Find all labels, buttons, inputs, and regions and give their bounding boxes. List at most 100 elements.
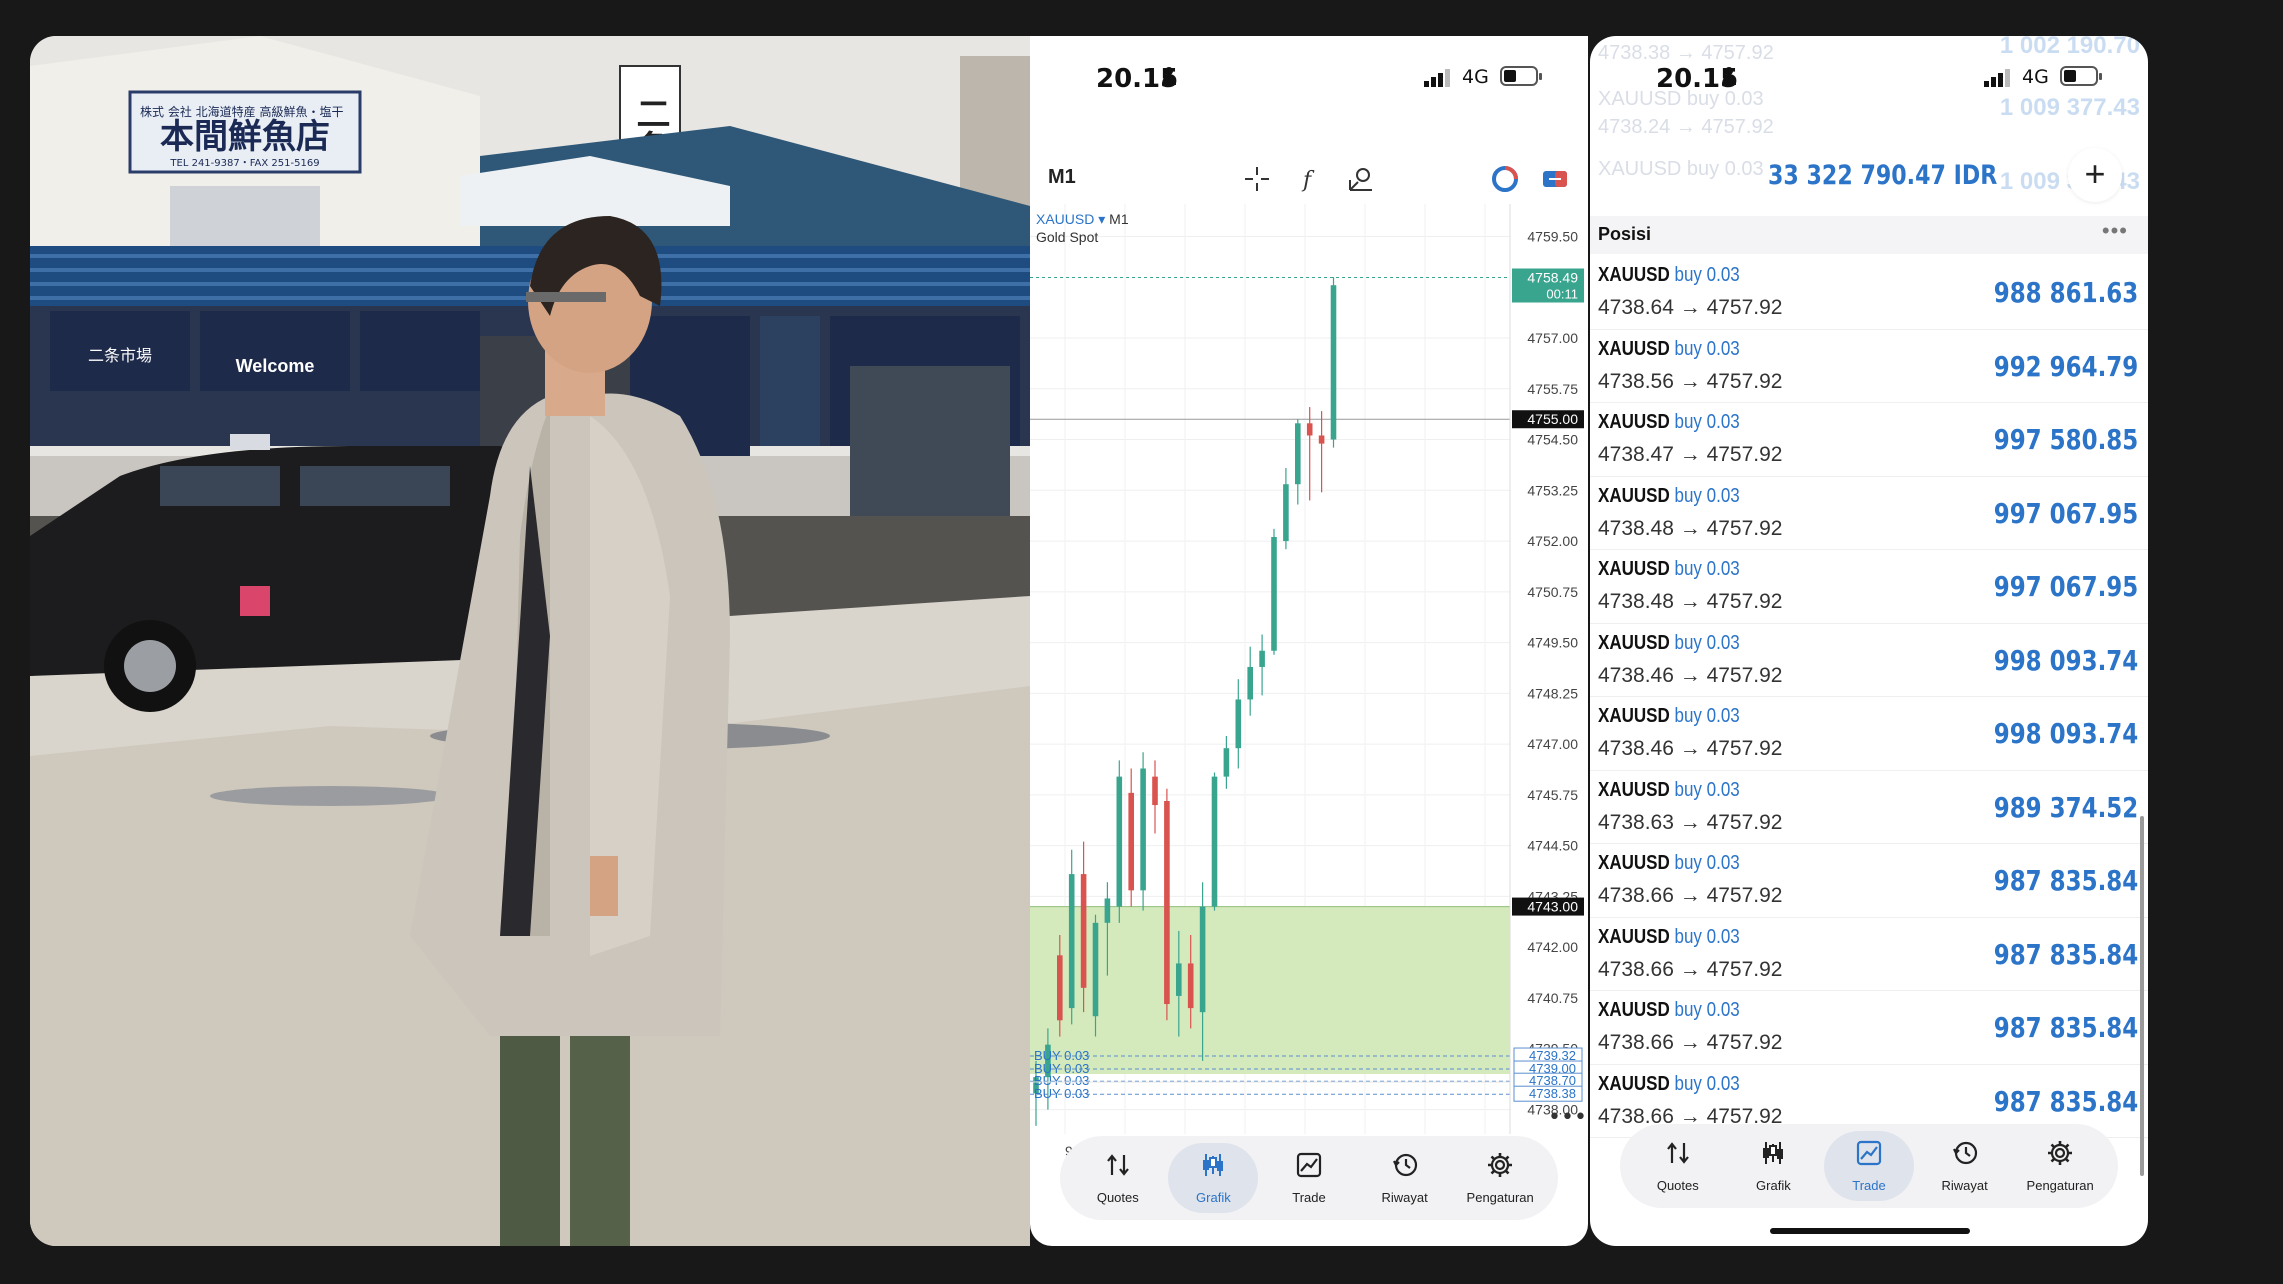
battery-icon — [1500, 66, 1542, 86]
position-side: buy 0.03 — [1674, 1072, 1740, 1095]
position-side: buy 0.03 — [1674, 264, 1740, 286]
candle-body — [1068, 874, 1075, 1009]
position-row[interactable]: XAUUSD buy 0.03 4738.64 → 4757.92 988 861.… — [1590, 256, 2148, 330]
candlestick-chart[interactable]: BUY 0.03BUY 0.03BUY 0.03BUY 0.034759.504… — [1030, 204, 1588, 1194]
price-chart[interactable]: BUY 0.03 BUY 0.03 BUY 0.03 BUY 0.03 4759.50 4… — [1030, 204, 1588, 1194]
nav-label: Grafik — [1196, 1190, 1231, 1205]
candle-body — [1211, 776, 1218, 907]
position-profit: 987 835.84 — [1993, 937, 2138, 971]
settings-icon — [1486, 1151, 1514, 1184]
nav-tab-grafik[interactable]: Grafik — [1728, 1131, 1818, 1201]
indicators-icon[interactable]: f — [1294, 164, 1324, 194]
account-balance: 33 322 790.47 IDR — [1768, 160, 1998, 191]
position-profit: 987 835.84 — [1993, 864, 2138, 897]
nav-tab-quotes[interactable]: Quotes — [1633, 1131, 1723, 1201]
position-row[interactable]: XAUUSD buy 0.03 4738.46 → 4757.92 998 093.… — [1590, 624, 2148, 697]
candle-body — [1247, 666, 1253, 700]
position-prices: 4738.46 → 4757.92 — [1598, 737, 1783, 760]
svg-text:二条市場: 二条市場 — [88, 346, 152, 365]
positions-list: XAUUSD buy 0.03 4738.64 → 4757.92 988 861.… — [1590, 256, 2148, 1138]
position-symbol: XAUUSD buy 0.03 — [1598, 631, 1740, 654]
position-row[interactable]: XAUUSD buy 0.03 4738.63 → 4757.92 989 374.… — [1590, 771, 2148, 844]
y-tick-label: 4744.50 — [1527, 838, 1578, 854]
position-symbol: XAUUSD buy 0.03 — [1598, 411, 1740, 433]
nav-tab-pengaturan[interactable]: Pengaturan — [1455, 1143, 1545, 1213]
y-tick-label: 4740.75 — [1527, 990, 1578, 1006]
nav-label: Pengaturan — [1466, 1190, 1534, 1205]
profit-zone — [1030, 906, 1510, 1074]
nav-label: Quotes — [1096, 1190, 1139, 1205]
chart-timeframe: M1 — [1109, 211, 1129, 227]
position-symbol: XAUUSD buy 0.03 — [1598, 999, 1740, 1021]
position-row[interactable]: XAUUSD buy 0.03 4738.66 → 4757.92 987 835.… — [1590, 991, 2148, 1065]
crosshair-icon[interactable] — [1242, 164, 1272, 194]
position-symbol: XAUUSD buy 0.03 — [1598, 484, 1740, 507]
trade-icon — [1855, 1139, 1883, 1172]
position-row[interactable]: XAUUSD buy 0.03 4738.47 → 4757.92 997 580.… — [1590, 403, 2148, 477]
nav-tab-trade[interactable]: Trade — [1264, 1143, 1354, 1213]
order-price-label: 4738.38 — [1529, 1086, 1576, 1101]
candle-body — [1140, 768, 1146, 891]
nav-tab-riwayat[interactable]: Riwayat — [1920, 1131, 2010, 1201]
shop-sign-text: 本間鮮魚店 — [160, 117, 330, 157]
street-photo: 本間鮮魚店 株式 会社 北海道特産 高級鮮魚・塩干 TEL 241-9387・F… — [30, 36, 1030, 1246]
candle-body — [1259, 650, 1265, 667]
nav-tab-trade[interactable]: Trade — [1823, 1131, 1914, 1201]
candle-body — [1187, 963, 1194, 1009]
shop-sign-small-text: 株式 会社 北海道特産 高級鮮魚・塩干 — [140, 104, 343, 119]
position-row[interactable]: XAUUSD buy 0.03 4738.48 → 4757.92 997 067.… — [1590, 550, 2148, 624]
position-prices: 4738.66 → 4757.92 — [1598, 957, 1783, 981]
position-profit: 992 964.79 — [1993, 349, 2138, 383]
chart-more-icon[interactable]: ••• — [1548, 1105, 1587, 1130]
status-bar: 20.15 4G — [1590, 36, 2148, 116]
timeframe-button[interactable]: M1 — [1048, 166, 1076, 189]
position-row[interactable]: XAUUSD buy 0.03 4738.66 → 4757.92 987 835.… — [1590, 844, 2148, 918]
street-scene-illustration: 本間鮮魚店 株式 会社 北海道特産 高級鮮魚・塩干 TEL 241-9387・F… — [30, 36, 1030, 1246]
person-icon — [1162, 67, 1176, 85]
home-indicator[interactable] — [1770, 1228, 1970, 1234]
position-row[interactable]: XAUUSD buy 0.03 4738.48 → 4757.92 997 067.… — [1590, 477, 2148, 550]
chart-candles-icon — [1199, 1151, 1227, 1184]
position-side: buy 0.03 — [1674, 705, 1740, 727]
chart-symbol[interactable]: XAUUSD — [1036, 211, 1094, 227]
candle-body — [1235, 699, 1242, 749]
scrollbar[interactable] — [2140, 816, 2144, 1176]
y-tick-label: 4755.75 — [1527, 381, 1578, 397]
position-profit: 988 861.63 — [1993, 276, 2138, 309]
nav-tab-riwayat[interactable]: Riwayat — [1360, 1143, 1450, 1213]
position-row[interactable]: XAUUSD buy 0.03 4738.46 → 4757.92 998 093.… — [1590, 697, 2148, 771]
chart-screen: 20.15 4G M1 f BUY 0.03 BUY 0.03 BUY 0.03 BU… — [1030, 36, 1588, 1246]
one-click-trading-icon[interactable] — [1490, 164, 1520, 194]
more-options-icon[interactable]: ••• — [2102, 218, 2128, 244]
nav-label: Pengaturan — [2026, 1178, 2094, 1193]
position-side: buy 0.03 — [1674, 778, 1740, 801]
candle-body — [1104, 898, 1111, 923]
candle-body — [1306, 423, 1313, 436]
nav-tab-pengaturan[interactable]: Pengaturan — [2015, 1131, 2105, 1201]
objects-icon[interactable] — [1346, 164, 1376, 194]
position-side: buy 0.03 — [1674, 631, 1740, 654]
candle-body — [1152, 776, 1158, 806]
bottom-navigation: Quotes Grafik Trade Riwayat Pengaturan — [1620, 1124, 2118, 1208]
nav-tab-grafik[interactable]: Grafik — [1168, 1143, 1259, 1213]
candle-body — [1318, 435, 1325, 444]
quotes-icon — [1664, 1139, 1692, 1172]
network-label: 4G — [1462, 66, 1489, 88]
y-tick-label: 4750.75 — [1527, 584, 1578, 600]
new-order-button[interactable]: + — [2068, 148, 2122, 202]
chart-toolbar: M1 f — [1030, 156, 1588, 206]
chart-info: XAUUSD ▾ M1 Gold Spot — [1036, 211, 1129, 245]
nav-tab-quotes[interactable]: Quotes — [1073, 1143, 1163, 1213]
position-row[interactable]: XAUUSD buy 0.03 4738.66 → 4757.92 987 835.… — [1590, 918, 2148, 991]
candle-body — [1128, 792, 1134, 891]
y-tick-label: 4759.50 — [1527, 228, 1578, 244]
order-icon[interactable] — [1540, 164, 1570, 194]
y-tick-label: 4747.00 — [1527, 736, 1578, 752]
position-profit: 987 835.84 — [1993, 1084, 2138, 1118]
history-icon — [1951, 1139, 1979, 1172]
position-symbol: XAUUSD buy 0.03 — [1598, 705, 1740, 727]
position-row[interactable]: XAUUSD buy 0.03 4738.56 → 4757.92 992 964.… — [1590, 330, 2148, 403]
trade-icon — [1295, 1151, 1323, 1184]
nav-label: Trade — [1292, 1190, 1326, 1205]
y-tick-label: 4742.00 — [1527, 939, 1578, 955]
